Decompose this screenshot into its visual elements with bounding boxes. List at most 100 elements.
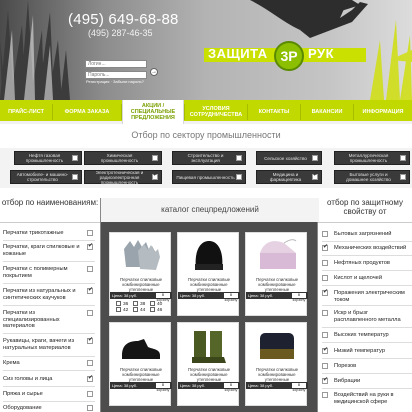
name-filter-item[interactable]: Перчатки с полимерным покрытием [3, 266, 97, 279]
name-filter-item[interactable]: Оборудование [3, 405, 97, 412]
sector-checkbox[interactable]: Сельское хозяйство [256, 151, 322, 165]
add-to-cart-button[interactable]: В корзину [224, 293, 238, 302]
sector-check[interactable] [72, 155, 78, 161]
sector-checkbox[interactable]: Автомобиле- и машино-строительство [10, 170, 82, 184]
property-filter-item[interactable]: Механических воздействий [322, 244, 412, 252]
property-filter-item[interactable]: Высоких температур [322, 332, 412, 339]
nav-price-list[interactable]: ПРАЙС-ЛИСТ [0, 100, 52, 124]
sector-checkbox[interactable]: Медицина и фармацевтика [256, 170, 322, 184]
item-check[interactable] [322, 260, 328, 266]
main-navigation: ПРАЙС-ЛИСТ ФОРМА ЗАКАЗА АКЦИИ / СПЕЦИАЛЬ… [0, 100, 412, 124]
sector-checkbox[interactable]: Бытовые услуги и домашнее хозяйство [334, 170, 410, 184]
item-check[interactable] [87, 360, 93, 366]
sector-checkbox[interactable]: Металлургическая промышленность [334, 151, 410, 165]
name-filter-item[interactable]: Пряжа и сырье [3, 391, 97, 398]
nav-order-form[interactable]: ФОРМА ЗАКАЗА [53, 100, 121, 124]
divider [3, 261, 95, 262]
sector-check[interactable] [312, 155, 318, 161]
sector-check[interactable] [152, 173, 158, 180]
product-card[interactable]: Перчатки спилковые комбинированные утепл… [177, 232, 240, 316]
sector-label: Электротехническая и радиоэлектронная пр… [95, 169, 144, 185]
item-check[interactable] [87, 230, 93, 236]
divider [322, 241, 412, 242]
item-check[interactable] [322, 310, 328, 316]
sector-check[interactable] [72, 174, 78, 180]
item-check[interactable] [322, 332, 328, 338]
nav-vacancies[interactable]: ВАКАНСИИ [301, 100, 353, 124]
property-filter-item[interactable]: Порезов [322, 363, 412, 370]
item-check[interactable] [87, 375, 93, 382]
sector-check[interactable] [152, 155, 158, 161]
item-check[interactable] [87, 391, 93, 397]
property-filter-item[interactable]: Вибрации [322, 377, 412, 385]
item-check[interactable] [322, 377, 328, 384]
product-card[interactable]: Перчатки спилковые комбинированные утепл… [109, 232, 172, 316]
login-links[interactable]: Регистрация · Забыли пароль? [86, 79, 144, 84]
item-check[interactable] [87, 287, 93, 294]
item-check[interactable] [87, 405, 93, 411]
product-card[interactable]: Перчатки спилковые комбинированные утепл… [245, 322, 308, 406]
product-card[interactable]: Перчатки спилковые комбинированные утепл… [245, 232, 308, 316]
password-input[interactable]: Пароль... [85, 71, 147, 79]
product-image [195, 241, 223, 270]
name-filter-item[interactable]: Крема [3, 360, 97, 367]
property-filter-item[interactable]: Бытовых загрязнений [322, 231, 412, 238]
property-filter-item[interactable]: Низкий температур [322, 347, 412, 355]
item-check[interactable] [322, 244, 328, 251]
product-name: Перчатки спилковые комбинированные утепл… [187, 277, 231, 292]
item-check[interactable] [87, 337, 93, 344]
login-input[interactable]: Логин... [85, 60, 147, 68]
property-filter-item[interactable]: Поражения электрическим током [322, 289, 412, 303]
name-filter-item[interactable]: Сиз головы и лица [3, 375, 97, 383]
add-to-cart-button[interactable]: В корзину [156, 383, 170, 392]
sector-check[interactable] [236, 174, 242, 180]
product-card[interactable]: Перчатки спилковые комбинированные утепл… [177, 322, 240, 406]
sector-check[interactable] [400, 155, 406, 161]
item-check[interactable] [322, 347, 328, 354]
special-offers-catalog: каталог спецпредложений Перчатки спилков… [100, 198, 319, 412]
nav-special-offers[interactable]: АКЦИИ / СПЕЦИАЛЬНЫЕ ПРЕДЛОЖЕНИЯ [122, 100, 184, 124]
name-filter-item[interactable]: Рукавицы, краги, вачеги из натуральных м… [3, 337, 97, 351]
add-to-cart-button[interactable]: В корзину [292, 383, 306, 392]
item-label: Перчатки с полимерным покрытием [3, 266, 68, 279]
sector-check[interactable] [400, 174, 406, 180]
sector-checkbox[interactable]: Пищевая промышленность [172, 170, 246, 184]
item-check[interactable] [322, 231, 328, 237]
nav-information[interactable]: ИНФОРМАЦИЯ [354, 100, 412, 124]
sector-checkbox[interactable]: Химическая промышленность [84, 151, 162, 165]
login-button[interactable]: → [150, 68, 158, 76]
size-option[interactable]: 42 [116, 307, 133, 313]
name-filter-item[interactable]: Перчатки из натуральных и синтетических … [3, 287, 97, 301]
item-check[interactable] [87, 310, 93, 316]
product-card[interactable]: Перчатки спилковые комбинированные утепл… [109, 322, 172, 406]
item-check[interactable] [322, 275, 328, 281]
catalog-title: каталог спецпредложений [101, 198, 319, 222]
add-to-cart-button[interactable]: В корзину [292, 293, 306, 302]
name-filter-item[interactable]: Перчатки трикотажные [3, 230, 97, 237]
nav-contacts[interactable]: КОНТАКТЫ [248, 100, 300, 124]
property-filter-item[interactable]: Кислот и щелочей [322, 275, 412, 282]
item-check[interactable] [322, 363, 328, 369]
sector-checkbox[interactable]: Нефтя газовая промышленность [14, 151, 82, 165]
sector-check[interactable] [236, 155, 242, 161]
property-filter-item[interactable]: Нефтяных продуктов [322, 260, 412, 267]
name-filter-item[interactable]: Перчатки, краги спилковые и кожаные [3, 243, 97, 257]
size-option[interactable]: 46 [150, 307, 167, 313]
property-filter-item[interactable]: Воздействий на руки в медицинской сфере [322, 392, 412, 405]
item-check[interactable] [87, 243, 93, 250]
sector-checkbox[interactable]: Строительство и эксплуатация [172, 151, 246, 165]
add-to-cart-button[interactable]: В корзину [156, 293, 170, 302]
item-check[interactable] [87, 266, 93, 272]
item-check[interactable] [322, 392, 328, 398]
property-filter-item[interactable]: Искр и брызг расплавленного металла [322, 310, 412, 323]
item-check[interactable] [322, 289, 328, 296]
phone-number-secondary: (495) 287-46-35 [88, 28, 153, 38]
nav-cooperation-terms[interactable]: УСЛОВИЯ СОТРУДНИЧЕСТВА [185, 100, 247, 124]
brand-logo[interactable]: ЗАЩИТА 3Р РУК [204, 41, 366, 71]
size-option[interactable]: 44 [133, 307, 150, 313]
sector-checkbox[interactable]: Электротехническая и радиоэлектронная пр… [84, 169, 162, 185]
name-filter-item[interactable]: Перчатки из специализированных материало… [3, 310, 97, 330]
add-to-cart-button[interactable]: В корзину [224, 383, 238, 392]
sector-label: Строительство и эксплуатация [187, 153, 224, 163]
sector-check[interactable] [312, 173, 318, 180]
